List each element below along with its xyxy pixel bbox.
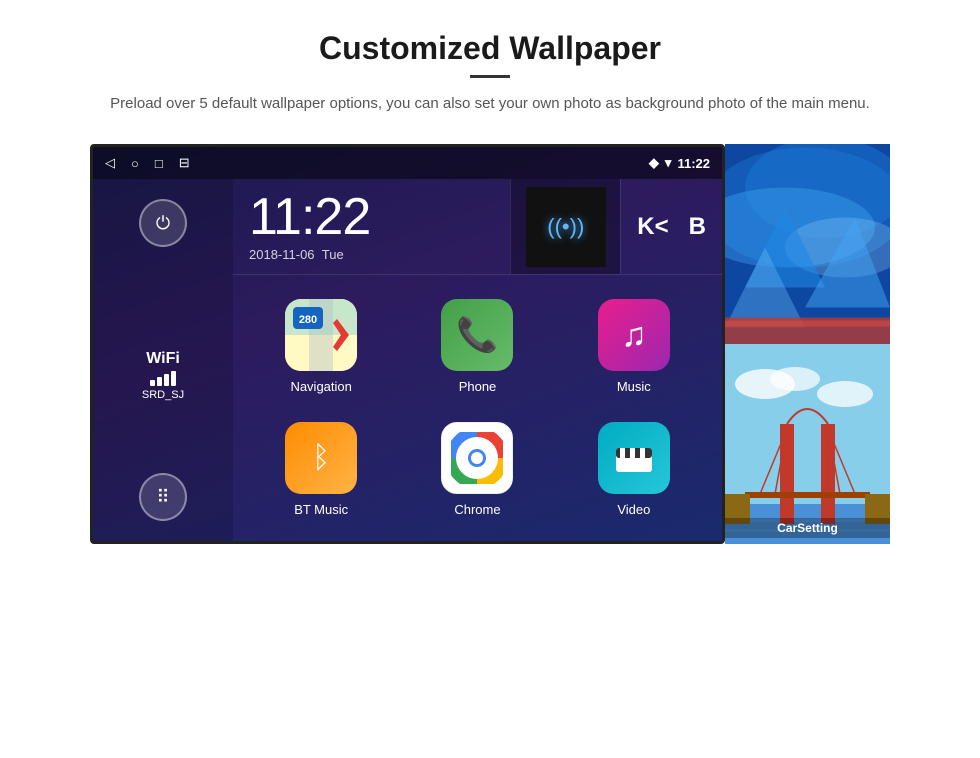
screen-main: 11:22 2018-11-06 Tue ((•)) K< B bbox=[233, 179, 722, 541]
time-row: 11:22 2018-11-06 Tue ((•)) K< B bbox=[233, 179, 722, 275]
android-screen: ◁ ○ □ ⊟ ◆ ▾ 11:22 ⏻ WiFi bbox=[90, 144, 725, 544]
time-widget: 11:22 2018-11-06 Tue bbox=[233, 179, 510, 274]
app-item-video[interactable]: Video bbox=[556, 408, 712, 531]
sidebar-top: ⏻ bbox=[139, 199, 187, 247]
location-icon: ◆ bbox=[649, 155, 659, 171]
media-widget: ((•)) bbox=[510, 179, 620, 274]
wifi-bar-3 bbox=[164, 374, 169, 386]
ki-icon: K< bbox=[637, 213, 668, 241]
carsetting-label: CarSetting bbox=[725, 518, 890, 538]
app-item-chrome[interactable]: Chrome bbox=[399, 408, 555, 531]
left-sidebar: ⏻ WiFi SRD_SJ ⠿ bbox=[93, 179, 233, 541]
status-bar: ◁ ○ □ ⊟ ◆ ▾ 11:22 bbox=[93, 147, 722, 179]
video-icon bbox=[598, 422, 670, 494]
screen-content: ⏻ WiFi SRD_SJ ⠿ bbox=[93, 179, 722, 541]
home-nav-icon[interactable]: ○ bbox=[131, 156, 139, 171]
app-item-bt-music[interactable]: ᛒ BT Music bbox=[243, 408, 399, 531]
media-icon-box[interactable]: ((•)) bbox=[526, 187, 606, 267]
wallpaper-ice[interactable] bbox=[725, 144, 890, 344]
navigation-label: Navigation bbox=[290, 379, 351, 394]
status-time: 11:22 bbox=[677, 156, 710, 171]
day-value: Tue bbox=[322, 247, 344, 262]
apps-grid-button[interactable]: ⠿ bbox=[139, 473, 187, 521]
bt-music-label: BT Music bbox=[294, 502, 348, 517]
page-title: Customized Wallpaper bbox=[319, 30, 661, 67]
status-bar-left: ◁ ○ □ ⊟ bbox=[105, 155, 190, 171]
wireless-icon: ((•)) bbox=[547, 214, 584, 240]
svg-text:280: 280 bbox=[299, 314, 317, 326]
video-label: Video bbox=[617, 502, 650, 517]
music-icon: ♫ bbox=[598, 299, 670, 371]
power-button[interactable]: ⏻ bbox=[139, 199, 187, 247]
app-item-navigation[interactable]: 280 Navigation bbox=[243, 285, 399, 408]
chrome-icon bbox=[441, 422, 513, 494]
page-subtitle: Preload over 5 default wallpaper options… bbox=[110, 92, 870, 116]
recents-nav-icon[interactable]: □ bbox=[155, 156, 163, 171]
wifi-bars bbox=[150, 371, 176, 386]
wifi-widget: WiFi SRD_SJ bbox=[142, 350, 184, 401]
date-display: 2018-11-06 Tue bbox=[249, 247, 494, 262]
wifi-bar-1 bbox=[150, 380, 155, 386]
phone-label: Phone bbox=[459, 379, 497, 394]
app-grid: 280 Navigation 📞 Phone bbox=[233, 275, 722, 541]
wifi-label: WiFi bbox=[146, 350, 180, 368]
wifi-bar-4 bbox=[171, 371, 176, 386]
app-item-phone[interactable]: 📞 Phone bbox=[399, 285, 555, 408]
app-item-music[interactable]: ♫ Music bbox=[556, 285, 712, 408]
wifi-ssid: SRD_SJ bbox=[142, 389, 184, 401]
bt-music-icon: ᛒ bbox=[285, 422, 357, 494]
wallpaper-bridge[interactable]: CarSetting bbox=[725, 344, 890, 544]
signal-icon: ▾ bbox=[665, 155, 672, 171]
screenshot-wrapper: ◁ ○ □ ⊟ ◆ ▾ 11:22 ⏻ WiFi bbox=[90, 144, 890, 544]
clock-display: 11:22 bbox=[249, 191, 494, 243]
date-value: 2018-11-06 bbox=[249, 247, 315, 262]
back-nav-icon[interactable]: ◁ bbox=[105, 155, 115, 171]
status-bar-right: ◆ ▾ 11:22 bbox=[649, 155, 710, 171]
screenshot-nav-icon[interactable]: ⊟ bbox=[179, 155, 190, 171]
b-icon: B bbox=[689, 213, 706, 241]
phone-icon: 📞 bbox=[441, 299, 513, 371]
wifi-bar-2 bbox=[157, 377, 162, 386]
navigation-icon: 280 bbox=[285, 299, 357, 371]
extra-icons-area: K< B bbox=[620, 179, 722, 274]
title-divider bbox=[470, 75, 510, 78]
music-label: Music bbox=[617, 379, 651, 394]
wallpaper-panel: CarSetting bbox=[725, 144, 890, 544]
chrome-label: Chrome bbox=[454, 502, 500, 517]
grid-icon: ⠿ bbox=[156, 487, 169, 508]
